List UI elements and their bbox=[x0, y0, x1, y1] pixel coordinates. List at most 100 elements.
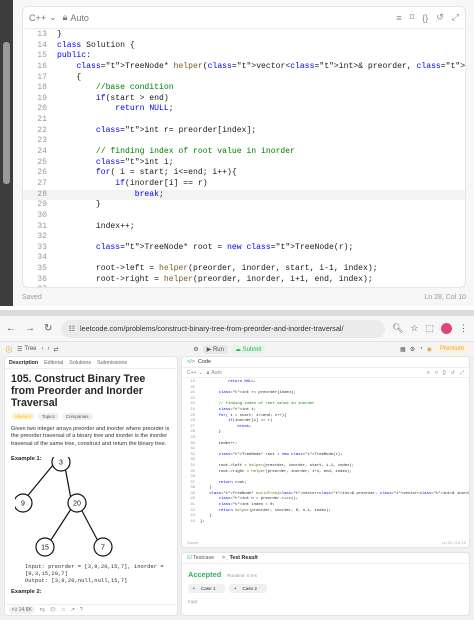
code-line[interactable]: 26 for( i = start; i<=end; i++){ bbox=[23, 168, 465, 179]
prev-icon[interactable]: ‹ bbox=[42, 346, 44, 352]
topics-tag[interactable]: Topics bbox=[38, 413, 59, 420]
code-line[interactable]: 29 } bbox=[23, 200, 465, 211]
favorite-icon[interactable]: ☆ bbox=[61, 607, 65, 613]
expand-icon[interactable]: ⤢ bbox=[452, 12, 459, 23]
next-icon[interactable]: › bbox=[48, 346, 50, 352]
tab-solutions[interactable]: Solutions bbox=[69, 360, 91, 366]
code-line[interactable]: 36 root->right = helper(preorder, inorde… bbox=[23, 275, 465, 286]
layout-icon[interactable]: ▦ bbox=[400, 346, 406, 353]
code-line[interactable]: 33 class="t">TreeNode* root = new class=… bbox=[23, 243, 465, 254]
code-line[interactable]: 17 { bbox=[23, 73, 465, 84]
code-line[interactable]: 21 bbox=[23, 115, 465, 126]
tab-test-result[interactable]: >_ Test Result bbox=[222, 555, 258, 561]
code-lines[interactable]: 19 return NULL; 20 21 class="t">int r= pre… bbox=[182, 378, 469, 525]
format-icon[interactable]: ≡ bbox=[396, 13, 401, 23]
forward-icon[interactable]: → bbox=[25, 323, 35, 334]
problem-scrollbar[interactable] bbox=[177, 427, 178, 517]
code-line[interactable]: 28 break; bbox=[23, 189, 465, 201]
menu-icon[interactable]: ⋮ bbox=[459, 323, 468, 334]
line-number: 26 bbox=[37, 168, 47, 178]
line-number: 34 bbox=[37, 253, 47, 263]
bookmark-icon[interactable]: ⌑ bbox=[435, 370, 438, 376]
terminal-icon: >_ bbox=[222, 555, 229, 561]
editor-status-bar: Saved Ln 28, Col 10 bbox=[22, 294, 466, 301]
dislike-icon[interactable]: 👎︎ bbox=[40, 607, 45, 613]
code-line[interactable]: 14 class Solution { bbox=[23, 41, 465, 52]
code-line[interactable]: 18 //base condition bbox=[23, 83, 465, 94]
code-line[interactable]: 44}; bbox=[182, 520, 469, 526]
reset-icon[interactable]: ↺ bbox=[436, 12, 444, 23]
share-icon[interactable]: ↗ bbox=[71, 607, 75, 613]
code-line[interactable]: 32 bbox=[23, 232, 465, 243]
code-line[interactable]: 25 class="t">int i; bbox=[23, 158, 465, 169]
notifications-icon[interactable]: ◔ bbox=[419, 346, 423, 352]
case-2-button[interactable]: • Case 2 bbox=[229, 584, 267, 593]
tab-testcase[interactable]: ☑ Testcase bbox=[187, 555, 214, 561]
shuffle-icon[interactable]: ⇄ bbox=[54, 346, 59, 353]
submit-button[interactable]: ☁ Submit bbox=[230, 344, 266, 354]
code-line[interactable]: 13} bbox=[23, 30, 465, 41]
editor-toolbar: C++ ⌄ 🔒︎ Auto ≡ ⌑ {} ↺ ⤢ bbox=[23, 7, 465, 29]
line-number: 14 bbox=[37, 40, 47, 50]
left-scrollbar[interactable] bbox=[0, 0, 13, 306]
premium-button[interactable]: Premium bbox=[435, 345, 468, 353]
profile-avatar[interactable] bbox=[441, 323, 452, 334]
code-line[interactable]: 23 bbox=[23, 136, 465, 147]
code-line[interactable]: 30 bbox=[23, 211, 465, 222]
problem-description: Given two integer arrays preorder and in… bbox=[11, 426, 170, 447]
tab-submissions[interactable]: Submissions bbox=[97, 360, 127, 366]
problem-list-label[interactable]: Tree bbox=[24, 346, 36, 352]
site-info-icon[interactable]: ☷ bbox=[68, 324, 75, 333]
leetcode-logo[interactable]: ⓛ bbox=[6, 345, 12, 354]
format-icon[interactable]: ≡ bbox=[427, 370, 430, 376]
companies-tag[interactable]: Companies bbox=[61, 413, 93, 420]
scrollbar-thumb[interactable] bbox=[3, 42, 10, 184]
run-button[interactable]: ▶ Run bbox=[202, 344, 228, 354]
mode-label[interactable]: Auto bbox=[70, 13, 89, 23]
line-text: }; bbox=[200, 519, 205, 524]
line-number: 21 bbox=[37, 115, 47, 125]
braces-icon[interactable]: {} bbox=[442, 370, 445, 376]
reset-icon[interactable]: ↺ bbox=[451, 370, 455, 376]
code-line[interactable]: 27 if(inorder[i] == r) bbox=[23, 179, 465, 190]
extensions-icon[interactable]: ⬚ bbox=[425, 323, 434, 334]
case-1-button[interactable]: • Case 1 bbox=[188, 584, 226, 593]
code-line[interactable]: 22 class="t">int r= preorder[index]; bbox=[23, 126, 465, 137]
list-icon[interactable]: ☰ bbox=[17, 346, 22, 353]
line-text: if(inorder[i] == r) bbox=[115, 178, 208, 188]
line-text: class="t">TreeNode* buildTree(class="t">… bbox=[209, 491, 469, 496]
code-line[interactable]: 24 // finding index of root value in ino… bbox=[23, 147, 465, 158]
braces-icon[interactable]: {} bbox=[422, 13, 428, 23]
code-lines[interactable]: 13} 14 class Solution {15 public: 16 class="… bbox=[23, 29, 465, 287]
tab-description[interactable]: Description bbox=[9, 360, 38, 366]
back-icon[interactable]: ← bbox=[6, 323, 16, 334]
tab-editorial[interactable]: Editorial bbox=[44, 360, 63, 366]
code-line[interactable]: 20 return NULL; bbox=[23, 104, 465, 115]
code-editor[interactable]: C++ ⌄ 🔒︎ Auto ≡ ⌑ {} ↺ ⤢ 13} 14 class Solu… bbox=[22, 6, 466, 288]
bookmark-icon[interactable]: ⌑ bbox=[410, 12, 415, 23]
expand-icon[interactable]: ⤢ bbox=[460, 370, 464, 376]
comment-icon[interactable]: 💬︎ bbox=[50, 607, 56, 613]
language-select[interactable]: C++ bbox=[29, 13, 46, 23]
url-field[interactable]: ☷ leetcode.com/problems/construct-binary… bbox=[61, 319, 385, 338]
debug-icon[interactable]: ⚙ bbox=[193, 346, 198, 353]
code-line[interactable]: 16 class="t">TreeNode* helper(class="t">… bbox=[23, 62, 465, 73]
code-line[interactable]: 31 index++; bbox=[23, 222, 465, 233]
code-line[interactable]: 34 bbox=[23, 253, 465, 264]
language-select[interactable]: C++ bbox=[187, 370, 196, 376]
mode-label[interactable]: Auto bbox=[211, 370, 221, 376]
cursor-position: Ln 28, Col 10 bbox=[424, 294, 466, 301]
like-button[interactable]: 👍︎ 14.6K bbox=[9, 606, 35, 614]
reload-icon[interactable]: ↻ bbox=[44, 323, 52, 334]
help-icon[interactable]: ? bbox=[80, 607, 83, 613]
code-line[interactable]: 19 if(start > end) bbox=[23, 94, 465, 105]
star-icon[interactable]: ☆ bbox=[410, 323, 418, 334]
code-line[interactable]: 35 root->left = helper(preorder, inorder… bbox=[23, 264, 465, 275]
settings-icon[interactable]: ⚙ bbox=[410, 346, 415, 353]
code-line[interactable]: 15 public: bbox=[23, 51, 465, 62]
streak-icon[interactable]: ◉ bbox=[427, 346, 432, 353]
code-panel-toolbar: C++ ⌄ 🔒︎ Auto ≡ ⌑ {} ↺ ⤢ bbox=[182, 368, 469, 378]
tree-node-label: 20 bbox=[73, 501, 81, 508]
zoom-icon[interactable]: 🔍︎ bbox=[392, 323, 403, 334]
code-line[interactable]: 37 bbox=[23, 285, 465, 287]
